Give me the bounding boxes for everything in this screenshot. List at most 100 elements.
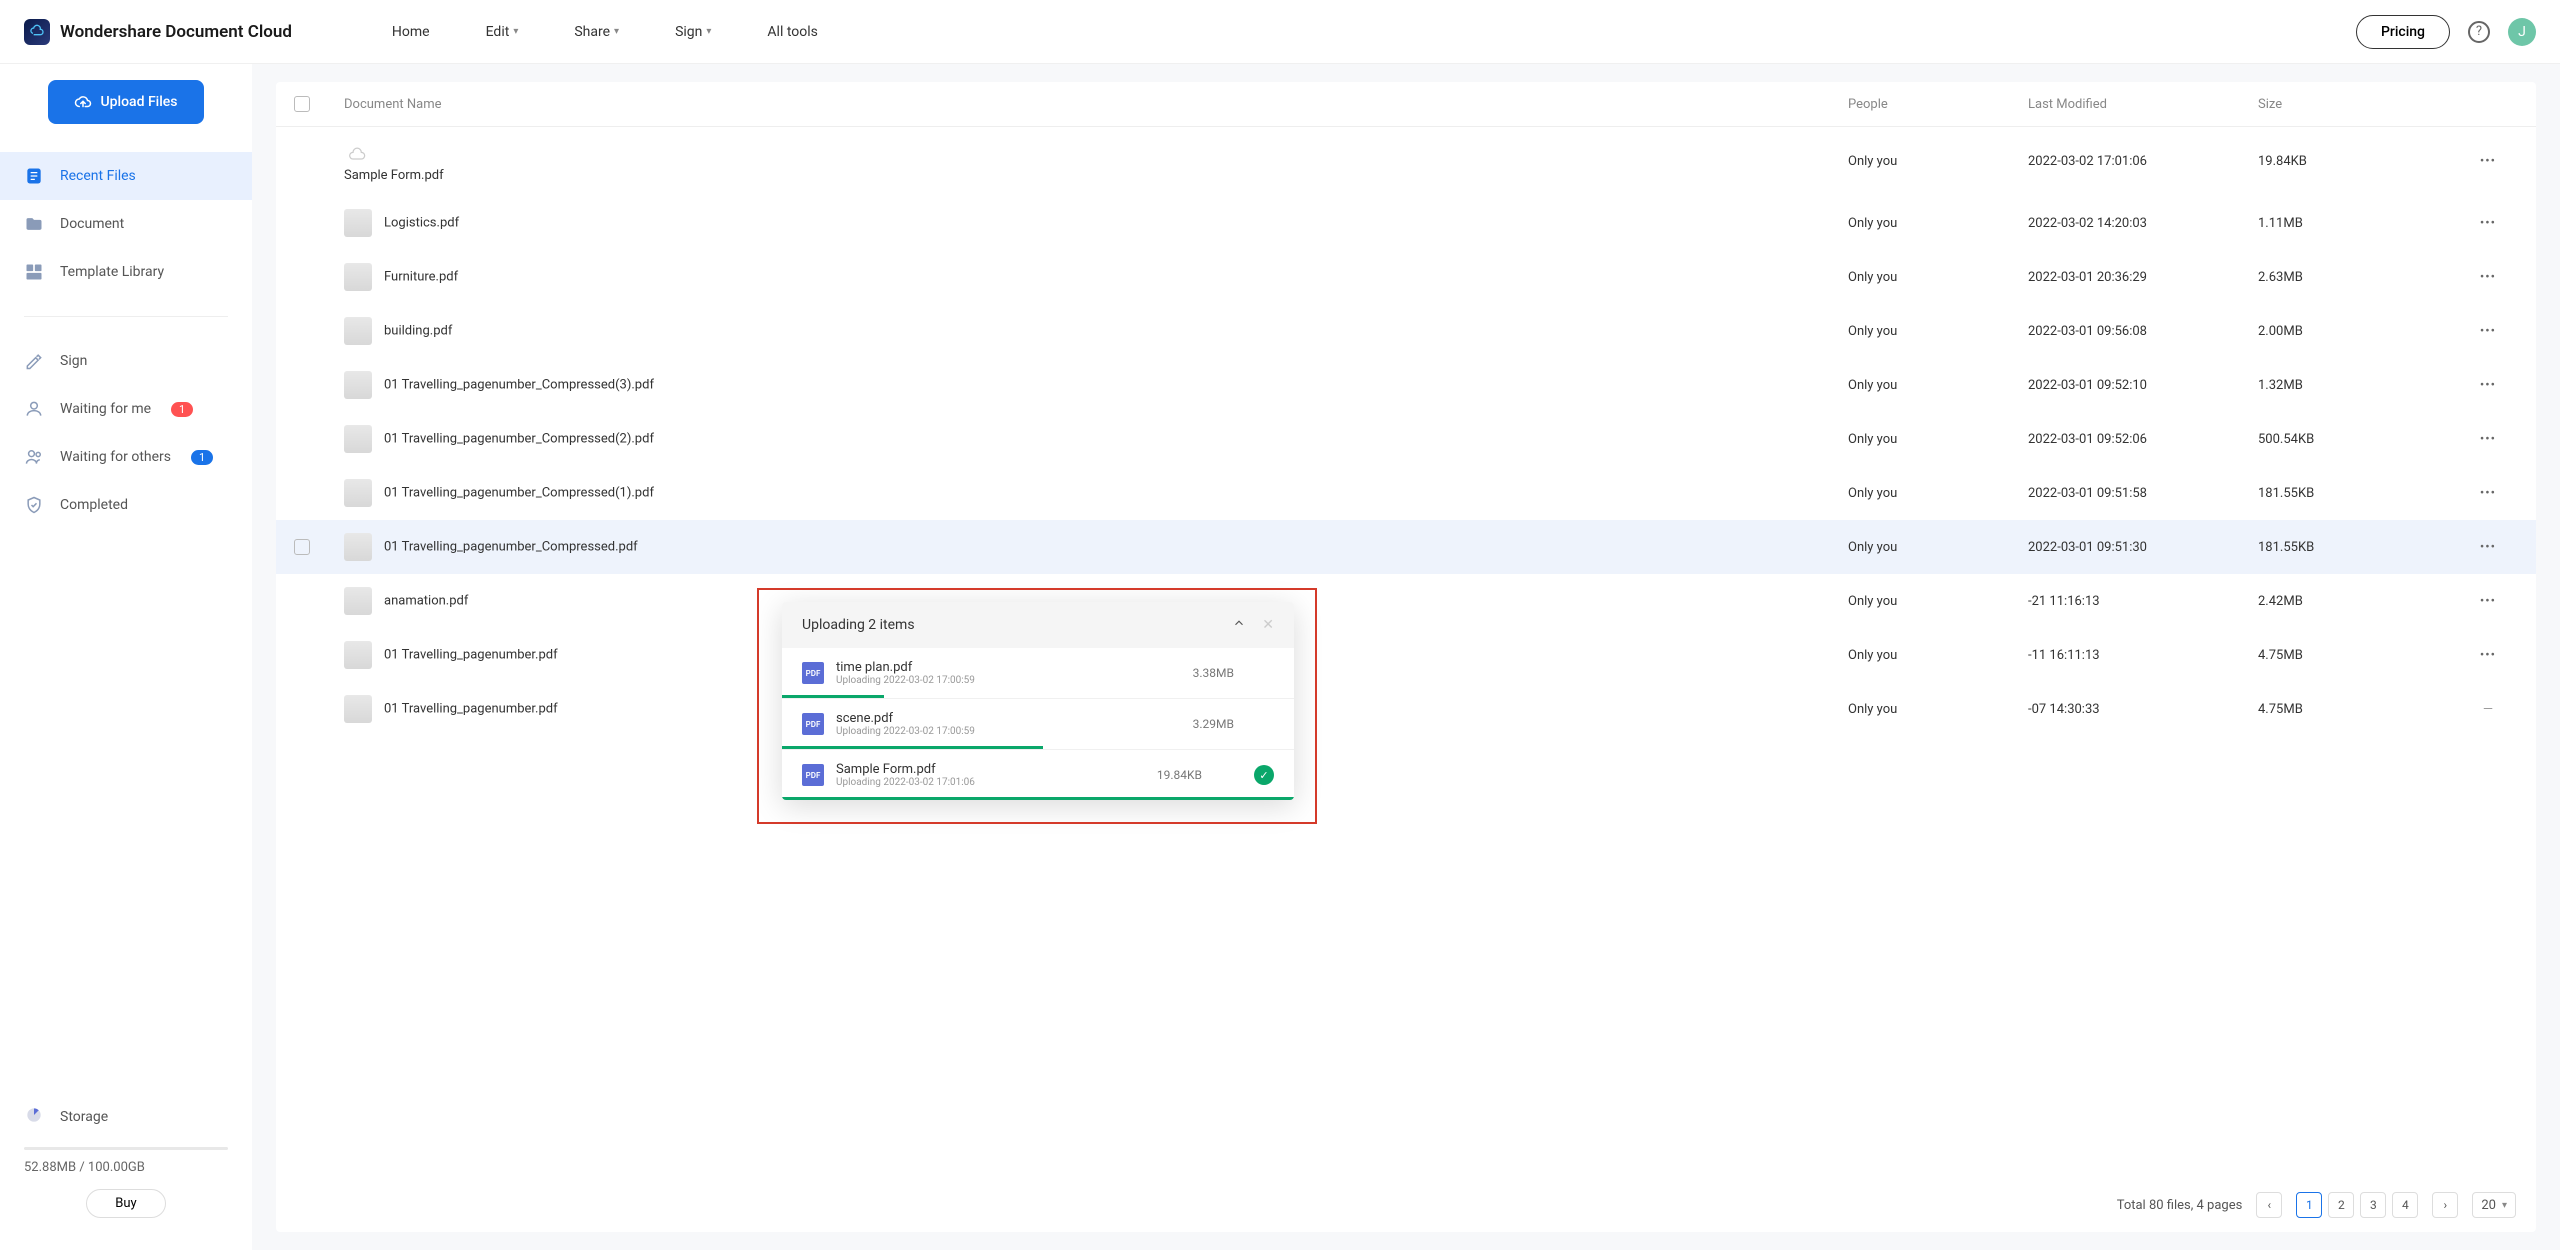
- toast-file-size: 3.38MB: [1193, 666, 1234, 680]
- file-people: Only you: [1848, 216, 2028, 231]
- file-size: 1.32MB: [2258, 378, 2458, 393]
- pricing-button[interactable]: Pricing: [2356, 15, 2450, 49]
- toast-item: PDFtime plan.pdfUploading 2022-03-02 17:…: [782, 648, 1294, 699]
- sidebar-item-document[interactable]: Document: [0, 200, 252, 248]
- file-modified: 2022-03-02 17:01:06: [2028, 154, 2258, 169]
- more-actions-icon[interactable]: •••: [2480, 594, 2496, 609]
- upload-files-button[interactable]: Upload Files: [48, 80, 203, 124]
- nav-edit[interactable]: Edit▾: [486, 24, 519, 40]
- avatar[interactable]: J: [2508, 18, 2536, 46]
- sidebar-label: Waiting for others: [60, 449, 171, 465]
- toast-collapse-icon[interactable]: [1232, 616, 1246, 634]
- badge: 1: [171, 402, 193, 417]
- more-actions-icon[interactable]: •••: [2480, 432, 2496, 447]
- file-name: anamation.pdf: [384, 593, 468, 608]
- table-row[interactable]: Logistics.pdfOnly you2022-03-02 14:20:03…: [276, 196, 2536, 250]
- file-size: 4.75MB: [2258, 648, 2458, 663]
- file-modified: 2022-03-01 09:51:58: [2028, 486, 2258, 501]
- template-icon: [24, 262, 44, 282]
- row-checkbox[interactable]: [294, 539, 310, 555]
- sidebar-label: Recent Files: [60, 168, 136, 184]
- more-actions-icon[interactable]: •••: [2480, 540, 2496, 555]
- main: Document Name People Last Modified Size …: [252, 64, 2560, 1250]
- table-row[interactable]: 01 Travelling_pagenumber.pdfOnly you-11 …: [276, 628, 2536, 682]
- table-row[interactable]: 01 Travelling_pagenumber_Compressed(3).p…: [276, 358, 2536, 412]
- more-actions-icon[interactable]: •••: [2480, 216, 2496, 231]
- table-row[interactable]: building.pdfOnly you2022-03-01 09:56:082…: [276, 304, 2536, 358]
- toast-file-name: time plan.pdf: [836, 660, 1181, 675]
- sidebar-item-waiting-others[interactable]: Waiting for others 1: [0, 433, 252, 481]
- file-name: 01 Travelling_pagenumber.pdf: [384, 701, 558, 716]
- file-thumbnail: [344, 641, 372, 669]
- file-name: 01 Travelling_pagenumber_Compressed(3).p…: [384, 377, 654, 392]
- header-people[interactable]: People: [1848, 97, 2028, 112]
- more-actions-icon[interactable]: •••: [2480, 378, 2496, 393]
- header-modified[interactable]: Last Modified: [2028, 97, 2258, 112]
- recent-icon: [24, 166, 44, 186]
- file-name: 01 Travelling_pagenumber_Compressed(1).p…: [384, 485, 654, 500]
- file-size: 500.54KB: [2258, 432, 2458, 447]
- file-modified: 2022-03-02 14:20:03: [2028, 216, 2258, 231]
- page-size-select[interactable]: 20▾: [2472, 1192, 2516, 1218]
- header-size[interactable]: Size: [2258, 97, 2458, 112]
- page-prev-button[interactable]: ‹: [2256, 1192, 2282, 1218]
- folder-icon: [24, 214, 44, 234]
- sidebar-item-recent[interactable]: Recent Files: [0, 152, 252, 200]
- toast-close-icon[interactable]: ✕: [1262, 617, 1274, 633]
- top-nav: Wondershare Document Cloud Home Edit▾ Sh…: [0, 0, 2560, 64]
- file-people: Only you: [1848, 594, 2028, 609]
- page-number-button[interactable]: 3: [2360, 1192, 2386, 1218]
- table-row[interactable]: 01 Travelling_pagenumber_Compressed(1).p…: [276, 466, 2536, 520]
- table-row[interactable]: 01 Travelling_pagenumber.pdfOnly you-07 …: [276, 682, 2536, 736]
- page-number-button[interactable]: 2: [2328, 1192, 2354, 1218]
- select-all-checkbox[interactable]: [294, 96, 310, 112]
- more-actions-icon[interactable]: •••: [2480, 324, 2496, 339]
- file-size: 19.84KB: [2258, 154, 2458, 169]
- buy-button[interactable]: Buy: [86, 1189, 165, 1218]
- more-actions-icon[interactable]: •••: [2480, 270, 2496, 285]
- pdf-icon: PDF: [802, 713, 824, 735]
- sidebar-item-completed[interactable]: Completed: [0, 481, 252, 529]
- nav-alltools[interactable]: All tools: [767, 24, 817, 40]
- file-people: Only you: [1848, 540, 2028, 555]
- page-next-button[interactable]: ›: [2432, 1192, 2458, 1218]
- sidebar-item-template[interactable]: Template Library: [0, 248, 252, 296]
- file-name: 01 Travelling_pagenumber_Compressed.pdf: [384, 539, 638, 554]
- table-row[interactable]: 01 Travelling_pagenumber_Compressed(2).p…: [276, 412, 2536, 466]
- nav-share[interactable]: Share▾: [574, 24, 619, 40]
- sidebar-label: Sign: [60, 353, 87, 369]
- file-thumbnail: [344, 263, 372, 291]
- more-actions-icon[interactable]: •••: [2480, 486, 2496, 501]
- nav-home[interactable]: Home: [392, 24, 430, 40]
- page-number-button[interactable]: 4: [2392, 1192, 2418, 1218]
- nav-sign[interactable]: Sign▾: [675, 24, 711, 40]
- more-actions-icon[interactable]: •••: [2480, 154, 2496, 169]
- table-row[interactable]: anamation.pdfOnly you-21 11:16:132.42MB•…: [276, 574, 2536, 628]
- table-row[interactable]: Furniture.pdfOnly you2022-03-01 20:36:29…: [276, 250, 2536, 304]
- sidebar-item-sign[interactable]: Sign: [0, 337, 252, 385]
- sidebar-item-storage[interactable]: Storage: [24, 1093, 228, 1141]
- brand-text: Wondershare Document Cloud: [60, 22, 292, 42]
- toast-header: Uploading 2 items ✕: [782, 602, 1294, 648]
- file-modified: -21 11:16:13: [2028, 594, 2258, 609]
- file-size: 1.11MB: [2258, 216, 2458, 231]
- file-modified: -11 16:11:13: [2028, 648, 2258, 663]
- header-name[interactable]: Document Name: [334, 97, 1848, 112]
- sidebar-item-waiting-me[interactable]: Waiting for me 1: [0, 385, 252, 433]
- more-actions-icon[interactable]: •••: [2480, 648, 2496, 663]
- help-icon[interactable]: ?: [2468, 21, 2490, 43]
- file-size: 2.00MB: [2258, 324, 2458, 339]
- file-thumbnail: [344, 479, 372, 507]
- page-number-button[interactable]: 1: [2296, 1192, 2322, 1218]
- file-size: 4.75MB: [2258, 702, 2458, 717]
- sidebar-label: Document: [60, 216, 124, 232]
- table-row[interactable]: 01 Travelling_pagenumber_Compressed.pdf O…: [276, 520, 2536, 574]
- table-row[interactable]: Sample Form.pdfOnly you2022-03-02 17:01:…: [276, 127, 2536, 196]
- toast-title: Uploading 2 items: [802, 617, 915, 633]
- file-people: Only you: [1848, 702, 2028, 717]
- brand[interactable]: Wondershare Document Cloud: [24, 19, 292, 45]
- pie-icon: [24, 1105, 44, 1129]
- file-people: Only you: [1848, 154, 2028, 169]
- toast-file-name: Sample Form.pdf: [836, 762, 1145, 777]
- upload-toast: Uploading 2 items ✕ PDFtime plan.pdfUplo…: [782, 602, 1294, 800]
